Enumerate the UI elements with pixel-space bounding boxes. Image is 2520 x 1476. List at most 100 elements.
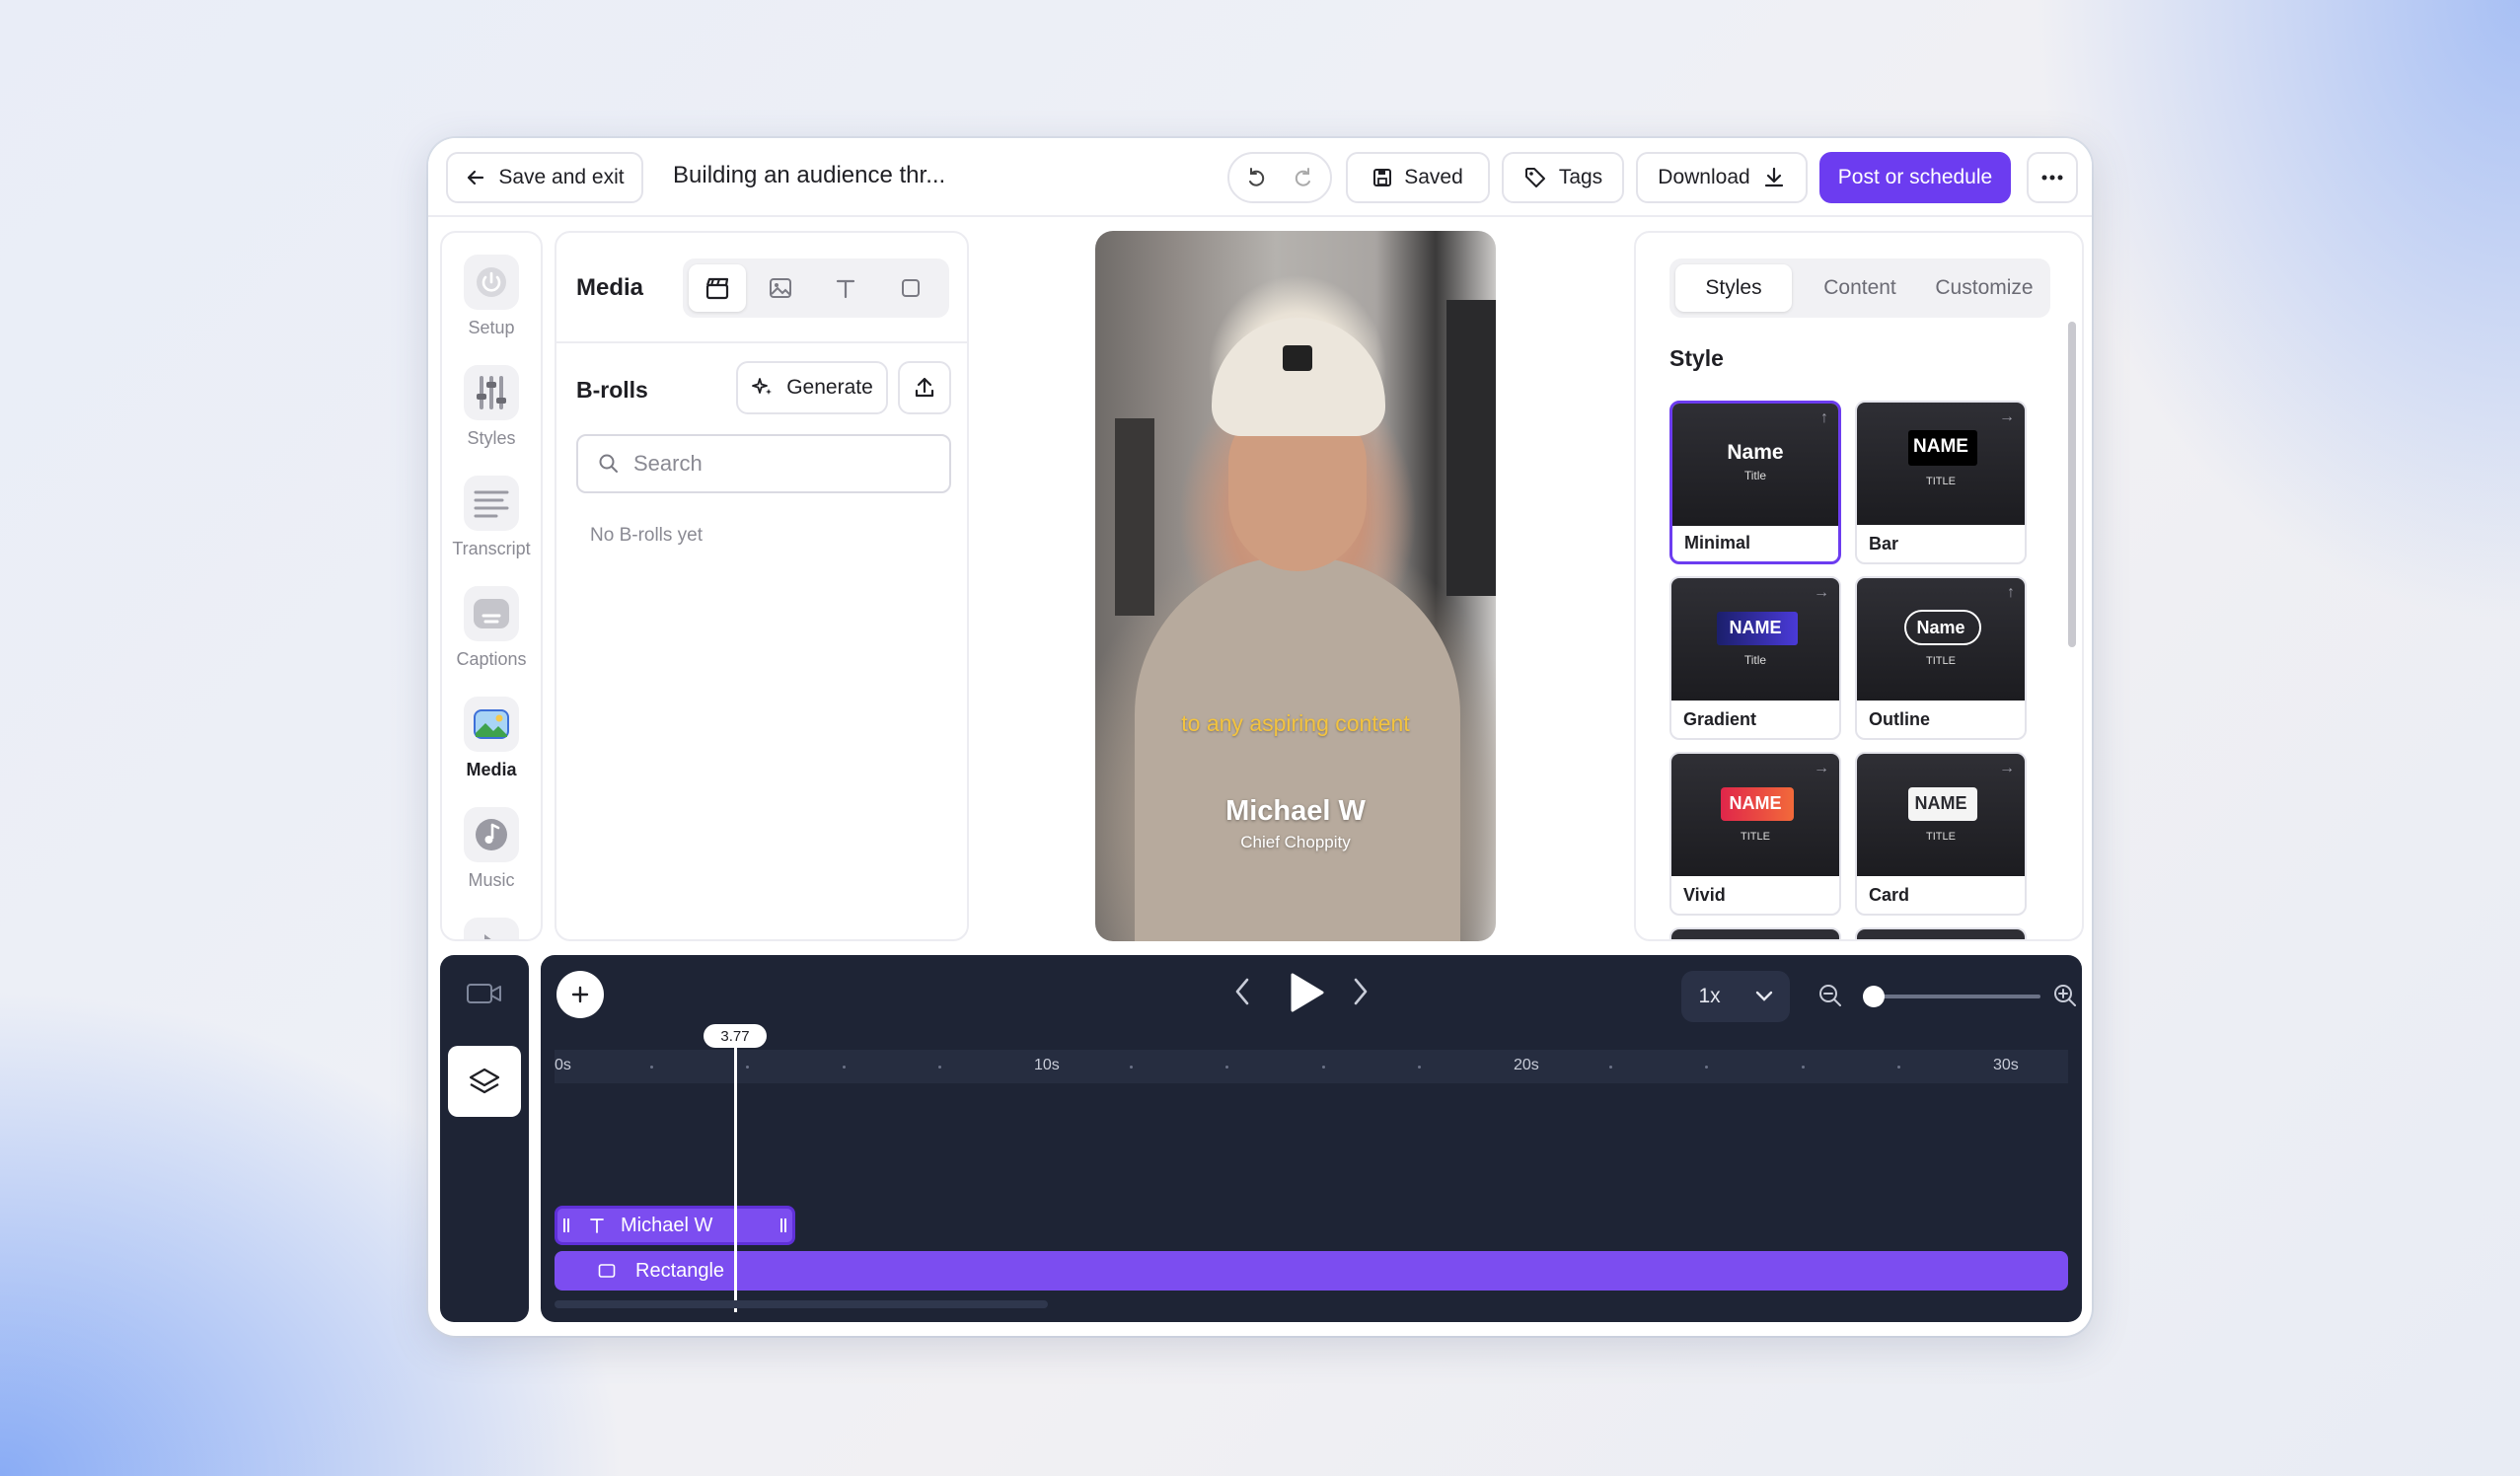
panel-divider bbox=[556, 341, 967, 343]
rail-item-media[interactable]: Media bbox=[442, 697, 541, 780]
sliders-icon bbox=[464, 365, 519, 420]
media-panel: Media B-rolls Generate Search No B-rolls… bbox=[555, 231, 969, 941]
download-button[interactable]: Download bbox=[1636, 152, 1808, 203]
save-and-exit-button[interactable]: Save and exit bbox=[446, 152, 643, 203]
style-card-card[interactable]: NAME TITLE → Card bbox=[1855, 752, 2027, 916]
panel-scrollbar[interactable] bbox=[2068, 322, 2076, 647]
ruler-label: 0s bbox=[555, 1057, 571, 1073]
style-name: Bar bbox=[1869, 534, 1899, 554]
layers-button[interactable] bbox=[448, 1046, 521, 1117]
ruler-tick bbox=[650, 1066, 653, 1069]
zoom-slider-thumb[interactable] bbox=[1863, 986, 1885, 1007]
save-disk-icon bbox=[1373, 169, 1392, 186]
track-handle-right[interactable] bbox=[775, 1209, 792, 1242]
text-icon bbox=[836, 279, 855, 299]
arrow-left-icon bbox=[468, 170, 484, 185]
style-card-gradient[interactable]: NAME Title → Gradient bbox=[1669, 576, 1841, 740]
time-ruler[interactable]: 0s 10s 20s 30s bbox=[555, 1050, 2068, 1083]
timeline: 1x 0s 10s 20s 30s Michael W Rectangle 3.… bbox=[541, 955, 2082, 1322]
track-shape-rectangle[interactable]: Rectangle bbox=[555, 1251, 2068, 1291]
saved-button[interactable]: Saved bbox=[1346, 152, 1490, 203]
rail-item-more[interactable] bbox=[442, 918, 541, 939]
chevron-down-icon bbox=[1755, 991, 1772, 1001]
thumb-title: TITLE bbox=[1926, 476, 1956, 487]
tab-shape[interactable] bbox=[882, 264, 939, 312]
zoom-out-icon[interactable] bbox=[1817, 983, 1843, 1013]
top-bar: Save and exit Building an audience thr..… bbox=[428, 138, 2092, 217]
track-handle-left[interactable] bbox=[557, 1209, 575, 1242]
tab-styles[interactable]: Styles bbox=[1675, 264, 1792, 312]
arrow-right-icon: → bbox=[1814, 584, 1829, 601]
ruler-tick bbox=[1225, 1066, 1228, 1069]
redo-icon[interactable] bbox=[1293, 167, 1314, 188]
ruler-tick bbox=[938, 1066, 941, 1069]
post-or-schedule-button[interactable]: Post or schedule bbox=[1819, 152, 2011, 203]
download-icon bbox=[1764, 167, 1783, 187]
style-card-minimal[interactable]: Name Title ↑ Minimal bbox=[1669, 401, 1841, 564]
media-type-tabs bbox=[683, 258, 949, 318]
tab-content[interactable]: Content bbox=[1802, 264, 1918, 312]
style-name: Outline bbox=[1869, 709, 1930, 729]
image-icon bbox=[464, 697, 519, 752]
style-card-outline[interactable]: Name TITLE ↑ Outline bbox=[1855, 576, 2027, 740]
generate-label: Generate bbox=[786, 376, 873, 399]
zoom-slider[interactable] bbox=[1863, 986, 2040, 1007]
rail-item-transcript[interactable]: Transcript bbox=[442, 476, 541, 559]
playhead-line[interactable] bbox=[734, 1026, 737, 1312]
clapperboard-icon bbox=[705, 277, 729, 300]
left-nav-rail: Setup Styles Transcript Captions Media M… bbox=[440, 231, 543, 941]
style-card-vivid[interactable]: NAME TITLE → Vivid bbox=[1669, 752, 1841, 916]
tab-image[interactable] bbox=[752, 264, 809, 312]
caption-overlay[interactable]: to any aspiring content bbox=[1095, 710, 1496, 737]
style-name: Minimal bbox=[1684, 533, 1751, 553]
timeline-scrollbar[interactable] bbox=[555, 1300, 1048, 1308]
play-button[interactable] bbox=[1287, 971, 1326, 1019]
rail-item-captions[interactable]: Captions bbox=[442, 586, 541, 670]
saved-label: Saved bbox=[1404, 166, 1463, 188]
camera-icon[interactable] bbox=[466, 981, 503, 1011]
speaker-beanie bbox=[1212, 318, 1385, 436]
sparkle-icon bbox=[752, 378, 773, 395]
search-input[interactable]: Search bbox=[576, 434, 951, 493]
wall-frame-left bbox=[1115, 418, 1154, 616]
rail-item-setup[interactable]: Setup bbox=[442, 255, 541, 338]
track-text-michael-w[interactable]: Michael W bbox=[555, 1206, 795, 1245]
music-note-icon bbox=[464, 807, 519, 862]
speaker-hoodie bbox=[1135, 556, 1460, 941]
ruler-label: 10s bbox=[1034, 1057, 1060, 1073]
tab-video[interactable] bbox=[689, 264, 746, 312]
style-thumbnail: Name TITLE bbox=[1857, 578, 2025, 701]
upload-icon bbox=[915, 377, 934, 398]
zoom-in-icon[interactable] bbox=[2052, 983, 2078, 1013]
video-preview[interactable]: to any aspiring content Michael W Chief … bbox=[1095, 231, 1496, 941]
upload-button[interactable] bbox=[898, 361, 951, 414]
generate-button[interactable]: Generate bbox=[736, 361, 888, 414]
lower-third-title[interactable]: Chief Choppity bbox=[1095, 833, 1496, 852]
cursor-icon bbox=[464, 918, 519, 939]
more-options-button[interactable] bbox=[2027, 152, 2078, 203]
rail-item-styles[interactable]: Styles bbox=[442, 365, 541, 449]
editor-window: Save and exit Building an audience thr..… bbox=[428, 138, 2092, 1336]
style-card-bar[interactable]: NAME TITLE → Bar bbox=[1855, 401, 2027, 564]
tab-text[interactable] bbox=[817, 264, 874, 312]
ruler-tick bbox=[746, 1066, 749, 1069]
style-card-partial[interactable] bbox=[1855, 927, 2027, 939]
project-title[interactable]: Building an audience thr... bbox=[673, 162, 945, 189]
playhead-time[interactable]: 3.77 bbox=[704, 1024, 767, 1048]
rail-item-music[interactable]: Music bbox=[442, 807, 541, 891]
next-button[interactable] bbox=[1352, 977, 1370, 1011]
ruler-tick bbox=[1609, 1066, 1612, 1069]
tags-button[interactable]: Tags bbox=[1502, 152, 1624, 203]
ruler-tick bbox=[1897, 1066, 1900, 1069]
style-card-partial[interactable] bbox=[1669, 927, 1841, 939]
add-button[interactable] bbox=[556, 971, 604, 1018]
ruler-tick bbox=[1802, 1066, 1805, 1069]
lower-third-name[interactable]: Michael W bbox=[1095, 795, 1496, 828]
more-horizontal-icon bbox=[2041, 175, 2063, 181]
tab-customize[interactable]: Customize bbox=[1924, 264, 2044, 312]
previous-button[interactable] bbox=[1233, 977, 1251, 1011]
undo-icon[interactable] bbox=[1245, 167, 1267, 188]
text-icon bbox=[590, 1218, 604, 1233]
speed-select[interactable]: 1x bbox=[1681, 971, 1790, 1022]
ruler-label: 20s bbox=[1514, 1057, 1539, 1073]
